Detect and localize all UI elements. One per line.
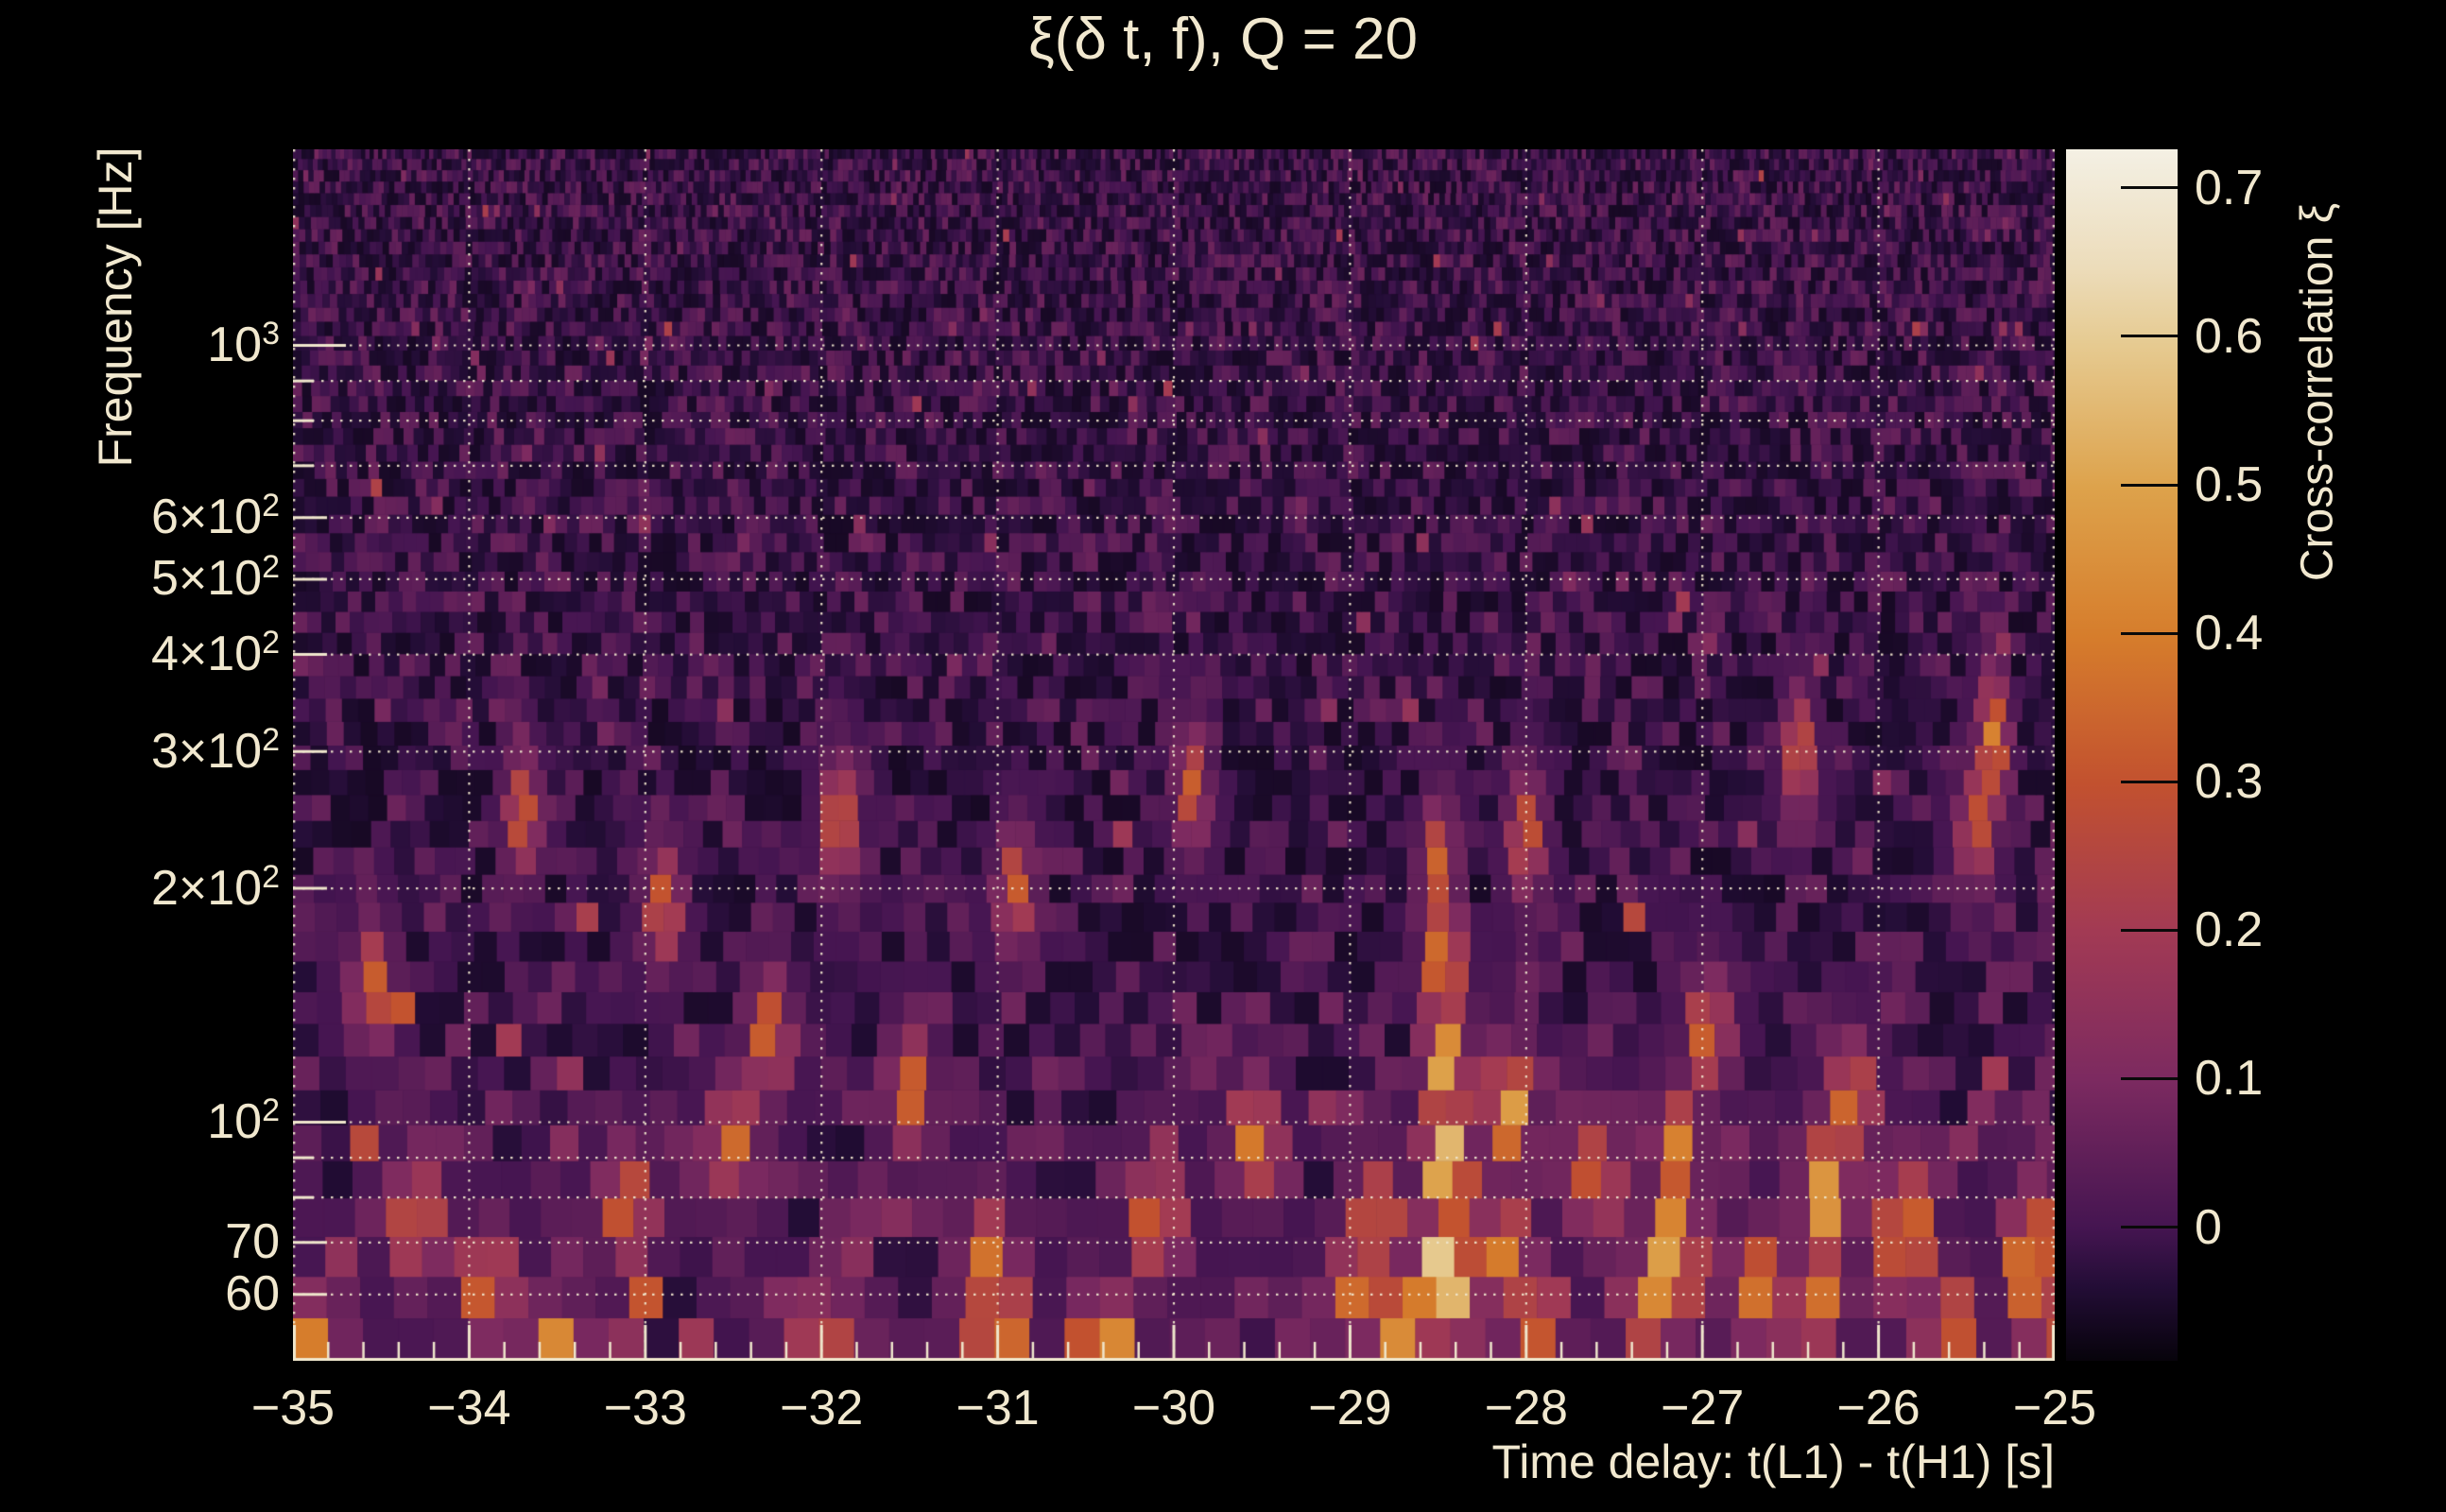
colorbar-tick-mark [2121,1076,2178,1080]
colorbar-title: Cross-correlation ξ [2292,202,2343,582]
figure: ξ(δ t, f), Q = 20 Frequency [Hz] 103 6×10… [0,0,2446,1512]
y-tick-label: 5×102 [150,549,280,607]
x-tick-label: −30 [1131,1381,1216,1435]
y-tick-label: 102 [207,1092,280,1149]
colorbar-tick-mark [2121,335,2178,338]
x-tick-label: −25 [2012,1381,2097,1435]
y-tick-exponent: 2 [262,549,280,586]
y-tick-label: 70 [225,1214,280,1270]
y-tick-exponent: 3 [262,316,280,352]
y-tick-label: 6×102 [150,488,280,545]
y-tick-exponent: 2 [262,858,280,895]
colorbar-tick-mark [2121,483,2178,487]
y-tick-label: 103 [207,316,280,372]
y-tick-exponent: 2 [262,721,280,758]
x-tick-label: −33 [603,1381,687,1435]
y-tick-exponent: 2 [262,1092,280,1128]
y-tick-label: 60 [225,1266,280,1322]
x-axis-title: Time delay: t(L1) - t(H1) [s] [1491,1435,2055,1488]
x-tick-label: −27 [1661,1381,1745,1435]
figure-title: ξ(δ t, f), Q = 20 [1028,7,1418,72]
x-tick-label: −31 [956,1381,1040,1435]
x-tick-label: −32 [780,1381,864,1435]
x-tick-label: −34 [427,1381,511,1435]
x-tick-label: −29 [1308,1381,1392,1435]
colorbar-tick-label: 0.3 [2195,754,2264,810]
colorbar-tick-mark [2121,780,2178,783]
y-tick-label: 2×102 [150,858,280,916]
colorbar-tick-label: 0.7 [2195,160,2264,215]
y-tick-label: 4×102 [150,625,280,682]
spectrogram-heatmap [293,149,2055,1361]
y-tick-exponent: 2 [262,625,280,662]
y-tick-label: 3×102 [150,721,280,779]
y-tick-exponent: 2 [262,488,280,524]
colorbar-tick-mark [2121,928,2178,932]
colorbar-tick-mark [2121,1226,2178,1229]
colorbar-tick-label: 0.2 [2195,902,2264,958]
colorbar-tick-mark [2121,186,2178,190]
colorbar-tick-label: 0.4 [2195,606,2264,662]
colorbar-tick-label: 0 [2195,1199,2222,1255]
y-axis-title: Frequency [Hz] [89,146,142,468]
colorbar-tick-label: 0.6 [2195,308,2264,364]
x-tick-label: −35 [250,1381,336,1435]
x-tick-label: −26 [1836,1381,1921,1435]
x-tick-label: −28 [1484,1381,1568,1435]
colorbar-tick-label: 0.1 [2195,1051,2264,1107]
colorbar-tick-mark [2121,631,2178,635]
colorbar [2066,149,2178,1361]
colorbar-tick-label: 0.5 [2195,457,2264,513]
